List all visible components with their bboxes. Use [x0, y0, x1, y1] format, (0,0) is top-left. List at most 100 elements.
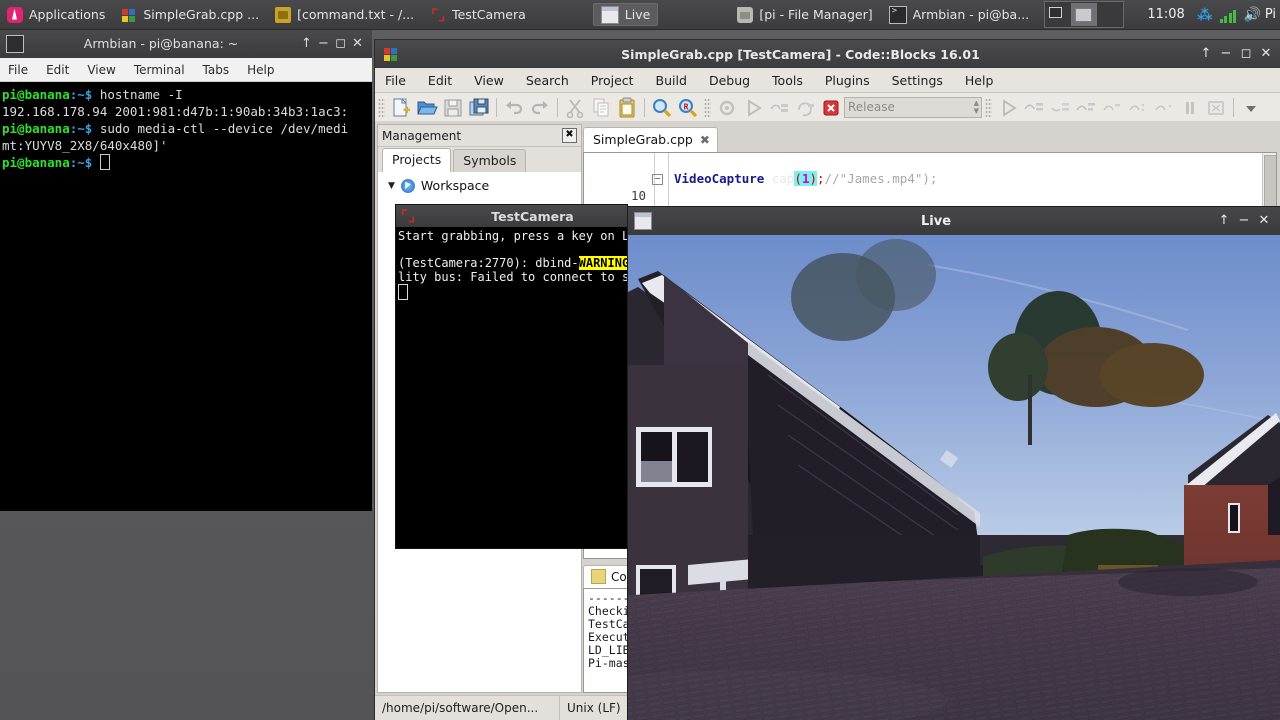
debug-next-line-icon — [1022, 96, 1046, 120]
clock[interactable]: 11:08 — [1139, 7, 1192, 22]
menu-build[interactable]: Build — [656, 73, 687, 88]
run-icon — [741, 96, 765, 120]
menu-file[interactable]: File — [385, 73, 406, 88]
build-target-combo[interactable]: Release ▲ ▼ — [844, 97, 982, 118]
taskbar-window-file-manager[interactable]: [pi - File Manager] — [730, 3, 879, 26]
minimize-icon[interactable]: − — [1216, 44, 1236, 64]
taskbar-window-armbian-terminal[interactable]: Armbian - pi@ba... — [882, 3, 1037, 26]
taskbar-window-label: SimpleGrab.cpp ... — [143, 7, 260, 22]
find-icon[interactable] — [650, 96, 674, 120]
menu-tools[interactable]: Tools — [772, 73, 803, 88]
taskbar-window-codeblocks[interactable]: SimpleGrab.cpp ... — [114, 3, 266, 26]
minimize-icon[interactable]: − — [315, 35, 332, 52]
shade-icon[interactable]: ↑ — [298, 35, 315, 52]
window-icon — [634, 212, 652, 230]
taskbar-window-testcamera[interactable]: ⌜⌟ TestCamera — [423, 3, 533, 26]
terminal-menu-terminal[interactable]: Terminal — [134, 63, 185, 77]
close-icon[interactable]: ✖ — [562, 128, 577, 143]
close-icon[interactable]: ✖ — [700, 133, 710, 147]
open-file-icon[interactable] — [415, 96, 439, 120]
editor-tab-simplegrab[interactable]: SimpleGrab.cpp ✖ — [583, 127, 718, 152]
menu-help[interactable]: Help — [965, 73, 994, 88]
terminal-title: Armbian - pi@banana: ~ — [83, 36, 239, 51]
close-icon[interactable]: ✕ — [1254, 211, 1274, 231]
terminal-menu-help[interactable]: Help — [247, 63, 274, 77]
management-tabs[interactable]: Projects Symbols — [378, 147, 581, 173]
menu-project[interactable]: Project — [591, 73, 634, 88]
codeblocks-title: SimpleGrab.cpp [TestCamera] - Code::Bloc… — [621, 46, 980, 62]
editor-tab-label: SimpleGrab.cpp — [593, 132, 693, 147]
menu-search[interactable]: Search — [526, 73, 569, 88]
editor-tabs[interactable]: SimpleGrab.cpp ✖ — [583, 124, 1277, 152]
taskbar-window-command-txt[interactable]: [command.txt - /... — [268, 3, 421, 26]
terminal-output-line: mt:YUYV8_2X8/640x480]' — [2, 138, 168, 153]
tab-symbols[interactable]: Symbols — [453, 149, 527, 172]
terminal-window[interactable]: Armbian - pi@banana: ~ ↑ − ◻ ✕ File Edit… — [0, 29, 372, 511]
replace-icon[interactable]: R — [676, 96, 700, 120]
menu-settings[interactable]: Settings — [892, 73, 943, 88]
toolbar-grip[interactable] — [704, 97, 711, 118]
menu-debug[interactable]: Debug — [709, 73, 750, 88]
menu-edit[interactable]: Edit — [428, 73, 452, 88]
codeblocks-icon — [121, 7, 137, 23]
pencil-icon — [591, 569, 606, 584]
abort-icon[interactable] — [819, 96, 843, 120]
shade-icon[interactable]: ↑ — [1196, 44, 1216, 64]
shade-icon[interactable]: ↑ — [1214, 211, 1234, 231]
terminal-menu-tabs[interactable]: Tabs — [203, 63, 230, 77]
chevron-down-icon[interactable]: ▼ — [388, 181, 395, 191]
pager-workspace-1[interactable] — [1045, 3, 1071, 26]
applications-menu-button[interactable]: Applications — [0, 3, 112, 26]
terminal-prompt: pi@banana — [2, 121, 70, 136]
tree-node-label: Workspace — [420, 178, 490, 193]
tab-projects[interactable]: Projects — [382, 148, 452, 172]
console-line: lity bus: Failed to connect to socket — [398, 269, 627, 284]
terminal-output-line: 192.168.178.94 2001:981:d47b:1:90ab:34b3… — [2, 104, 349, 119]
bluetooth-icon[interactable]: ⁂ — [1196, 6, 1214, 24]
close-icon[interactable]: ✕ — [1256, 44, 1276, 64]
testcamera-titlebar[interactable]: ⌜⌟ TestCamera — [396, 205, 627, 227]
terminal-menu-file[interactable]: File — [8, 63, 28, 77]
build-icon — [715, 96, 739, 120]
status-file-path: /home/pi/software/Open... — [375, 696, 560, 720]
live-titlebar[interactable]: Live ↑ − ✕ — [628, 207, 1280, 235]
terminal-titlebar[interactable]: Armbian - pi@banana: ~ ↑ − ◻ ✕ — [0, 29, 372, 58]
terminal-output[interactable]: pi@banana:~$ hostname -I 192.168.178.94 … — [0, 82, 372, 171]
volume-icon[interactable]: 🔊 — [1244, 6, 1262, 24]
fold-toggle-icon[interactable]: − — [652, 174, 663, 185]
toolbar-grip[interactable] — [378, 97, 385, 118]
maximize-icon[interactable]: ◻ — [332, 35, 349, 52]
new-file-icon[interactable] — [389, 96, 413, 120]
rebuild-icon — [793, 96, 817, 120]
codeblocks-menubar[interactable]: File Edit View Search Project Build Debu… — [375, 68, 1280, 93]
pager-workspace-3[interactable] — [1097, 3, 1123, 26]
live-window[interactable]: Live ↑ − ✕ — [628, 207, 1280, 720]
tree-node-workspace[interactable]: ▼ Workspace — [388, 178, 581, 193]
save-all-icon[interactable] — [467, 96, 491, 120]
maximize-icon[interactable]: ◻ — [1236, 44, 1256, 64]
chevron-down-icon[interactable] — [1239, 96, 1263, 120]
terminal-prompt-path: :~$ — [69, 87, 100, 102]
live-camera-view[interactable] — [628, 235, 1280, 720]
testcamera-output[interactable]: Start grabbing, press a key on Live wi (… — [396, 227, 627, 304]
menu-plugins[interactable]: Plugins — [825, 73, 870, 88]
paste-icon[interactable] — [615, 96, 639, 120]
minimize-icon[interactable]: − — [1234, 211, 1254, 231]
network-signal-icon[interactable] — [1219, 6, 1238, 24]
terminal-menu-edit[interactable]: Edit — [46, 63, 69, 77]
terminal-prompt-path: :~$ — [69, 121, 100, 136]
terminal-menu-view[interactable]: View — [87, 63, 115, 77]
codeblocks-titlebar[interactable]: SimpleGrab.cpp [TestCamera] - Code::Bloc… — [375, 40, 1280, 68]
save-icon[interactable] — [441, 96, 465, 120]
close-icon[interactable]: ✕ — [349, 35, 366, 52]
toolbar-separator — [644, 98, 645, 117]
menu-view[interactable]: View — [474, 73, 504, 88]
toolbar-grip[interactable] — [985, 97, 992, 118]
taskbar-window-live[interactable]: Live — [592, 3, 659, 26]
codeblocks-toolbar[interactable]: R Release ▲ ▼ — [375, 93, 1280, 123]
workspace-pager[interactable] — [1044, 1, 1125, 28]
spinner-icon[interactable]: ▲ ▼ — [974, 99, 979, 115]
pager-workspace-2[interactable] — [1071, 3, 1098, 26]
testcamera-console-window[interactable]: ⌜⌟ TestCamera Start grabbing, press a ke… — [396, 205, 627, 548]
terminal-menubar[interactable]: File Edit View Terminal Tabs Help — [0, 58, 372, 82]
